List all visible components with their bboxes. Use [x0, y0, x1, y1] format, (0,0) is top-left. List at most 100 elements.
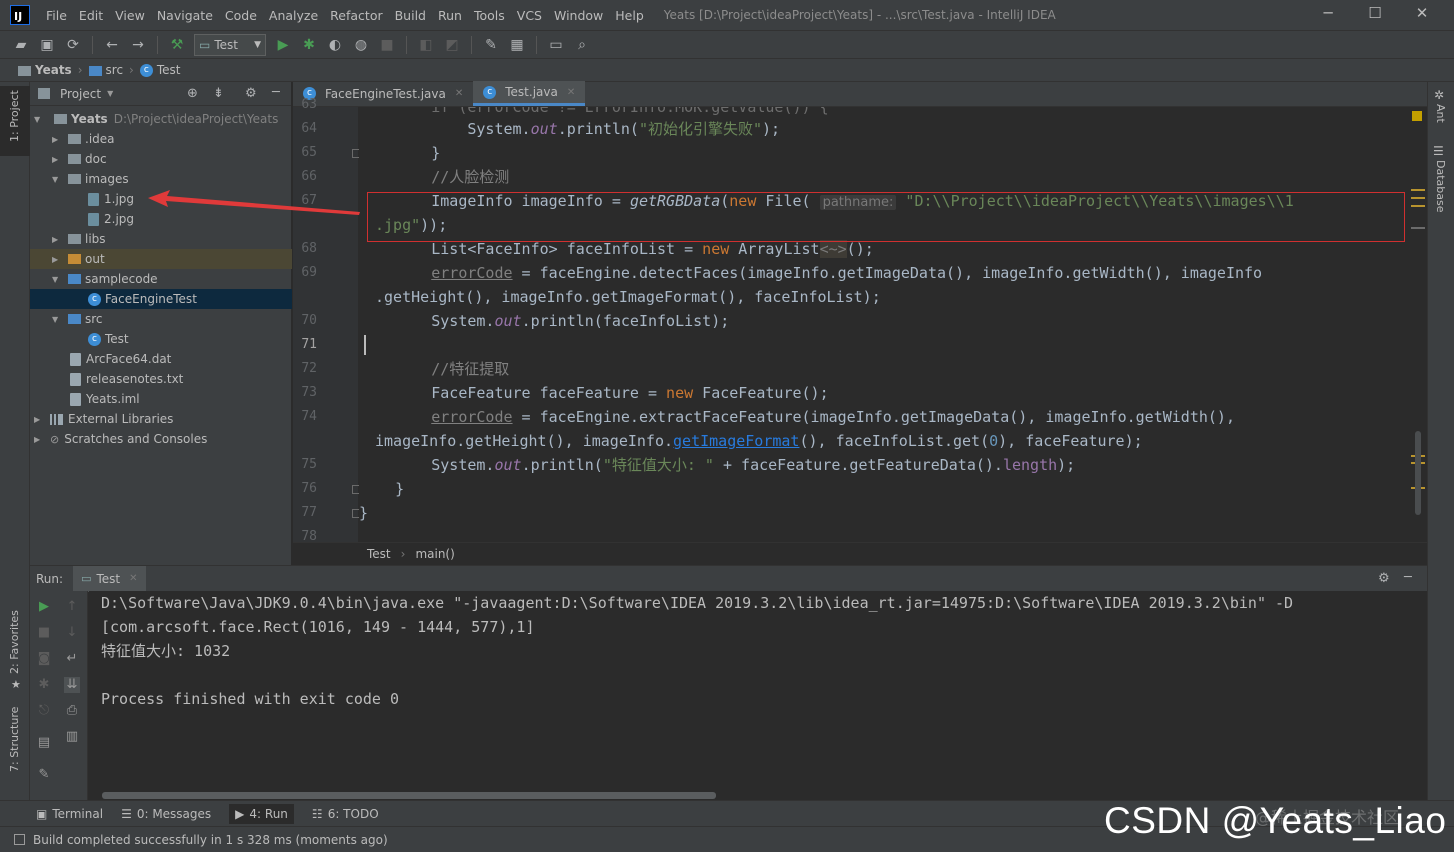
close-tab-icon[interactable]: ✕	[567, 87, 575, 98]
hide-panel-icon[interactable]: ─	[1404, 570, 1412, 585]
ant-tool-label[interactable]: Ant	[1434, 104, 1447, 123]
method-link[interactable]: getImageFormat	[673, 432, 799, 450]
tree-item-test[interactable]: c Test	[30, 329, 292, 349]
menu-build[interactable]: Build	[395, 8, 426, 23]
sync-icon[interactable]: ⟳	[64, 36, 82, 54]
menu-window[interactable]: Window	[554, 8, 603, 23]
close-tab-icon[interactable]: ✕	[455, 88, 463, 99]
tree-item-libs[interactable]: ▶ libs	[30, 229, 292, 249]
camera-icon[interactable]: ◙	[36, 651, 52, 667]
menu-file[interactable]: File	[46, 8, 67, 23]
tree-item-doc[interactable]: ▶ doc	[30, 149, 292, 169]
run-icon[interactable]: ▶	[274, 36, 292, 54]
breadcrumb-project[interactable]: Yeats	[18, 63, 72, 77]
warning-indicator-icon[interactable]	[1412, 111, 1422, 121]
soft-wrap-icon[interactable]: ↵	[64, 651, 80, 667]
breadcrumb-method[interactable]: main()	[415, 547, 454, 561]
tree-item-external-libraries[interactable]: ▶ External Libraries	[30, 409, 292, 429]
open-folder-icon[interactable]: ▰	[12, 36, 30, 54]
build-hammer-icon[interactable]: ⚒	[168, 36, 186, 54]
menu-code[interactable]: Code	[225, 8, 257, 23]
menu-edit[interactable]: Edit	[79, 8, 103, 23]
minimize-button[interactable]: ─	[1318, 4, 1338, 22]
project-structure-icon[interactable]: ▦	[508, 36, 526, 54]
tab-test[interactable]: c Test.java ✕	[473, 81, 586, 106]
collapse-all-icon[interactable]: ⇟	[213, 86, 224, 101]
console-output[interactable]: D:\Software\Java\JDK9.0.4\bin\java.exe "…	[89, 591, 1427, 800]
breadcrumb-src[interactable]: src	[88, 63, 123, 77]
gear-icon[interactable]: ⚙	[245, 86, 257, 101]
close-window-button[interactable]: ✕	[1412, 4, 1432, 22]
tree-item-faceenginetest[interactable]: c FaceEngineTest	[30, 289, 292, 309]
menu-tools[interactable]: Tools	[474, 8, 505, 23]
chevron-down-icon[interactable]: ▼	[107, 89, 113, 98]
menu-refactor[interactable]: Refactor	[330, 8, 382, 23]
error-stripe-mark[interactable]	[1411, 205, 1425, 207]
tree-item-yeats-iml[interactable]: Yeats.iml	[30, 389, 292, 409]
error-stripe-mark[interactable]	[1411, 189, 1425, 191]
scroll-to-end-icon[interactable]: ⇊	[64, 677, 80, 693]
tree-item-yeats[interactable]: ▼ Yeats D:\Project\ideaProject\Yeats	[30, 109, 292, 129]
settings-wrench-icon[interactable]: ✎	[482, 36, 500, 54]
terminal-tab[interactable]: ▣ Terminal	[36, 807, 103, 821]
exit-icon[interactable]: ⎋	[36, 703, 52, 719]
debug-icon[interactable]: ✱	[300, 36, 318, 54]
rerun-icon[interactable]: ▶	[36, 599, 52, 615]
tree-item-images[interactable]: ▼ images	[30, 169, 292, 189]
tree-item-out[interactable]: ▶ out	[30, 249, 292, 269]
run-configuration-select[interactable]: ▭ Test ▼	[194, 33, 266, 56]
coverage-icon[interactable]: ◐	[326, 36, 344, 54]
run-tab-test[interactable]: ▭ Test ✕	[73, 565, 146, 592]
favorites-tool-label[interactable]: 2: Favorites	[8, 610, 21, 674]
save-all-icon[interactable]: ▣	[38, 36, 56, 54]
tree-item-idea[interactable]: ▶ .idea	[30, 129, 292, 149]
menu-vcs[interactable]: VCS	[517, 8, 542, 23]
debug-icon[interactable]: ✱	[36, 677, 52, 693]
run-tool-tab[interactable]: ▶ 4: Run	[229, 803, 294, 824]
menu-navigate[interactable]: Navigate	[157, 8, 213, 23]
console-horizontal-scroll-thumb[interactable]	[102, 792, 716, 799]
menu-analyze[interactable]: Analyze	[269, 8, 318, 23]
back-arrow-icon[interactable]: ←	[103, 36, 121, 54]
gear-icon[interactable]: ⚙	[1378, 571, 1390, 586]
locate-target-icon[interactable]: ⊕	[187, 86, 198, 101]
pin-icon[interactable]: ✎	[36, 767, 52, 783]
code-editor[interactable]: if (errorCode != ErrorInfo.MOK.getValue(…	[359, 107, 1410, 542]
project-tool-tab[interactable]: 1: Project	[0, 86, 30, 156]
print-icon[interactable]: ⎙	[64, 703, 80, 719]
search-icon[interactable]: ⌕	[573, 36, 591, 54]
messages-tab[interactable]: ☰ 0: Messages	[121, 807, 211, 821]
vcs-update-icon[interactable]: ◧	[417, 36, 435, 54]
tab-faceenginetest[interactable]: c FaceEngineTest.java ✕	[293, 81, 473, 106]
database-tool-label[interactable]: Database	[1434, 160, 1447, 213]
breadcrumb-file[interactable]: c Test	[139, 63, 181, 77]
error-stripe-mark[interactable]	[1411, 227, 1425, 229]
stop-icon[interactable]: ■	[378, 36, 396, 54]
profile-icon[interactable]: ◍	[352, 36, 370, 54]
vcs-commit-icon[interactable]: ◩	[443, 36, 461, 54]
structure-tool-label[interactable]: 7: Structure	[8, 707, 21, 772]
down-arrow-icon[interactable]: ↓	[64, 625, 80, 641]
layout-icon[interactable]: ▤	[36, 735, 52, 751]
menu-help[interactable]: Help	[615, 8, 644, 23]
error-stripe-mark[interactable]	[1411, 197, 1425, 199]
status-toggle-icon[interactable]	[14, 834, 25, 845]
maximize-button[interactable]: ☐	[1365, 4, 1385, 22]
project-view-select[interactable]: Project	[60, 87, 101, 101]
menu-run[interactable]: Run	[438, 8, 462, 23]
tree-item-scratches[interactable]: ▶ ⊘ Scratches and Consoles	[30, 429, 292, 449]
close-tab-icon[interactable]: ✕	[129, 573, 137, 584]
presentation-icon[interactable]: ▭	[547, 36, 565, 54]
forward-arrow-icon[interactable]: →	[129, 36, 147, 54]
tree-item-releasenotes[interactable]: releasenotes.txt	[30, 369, 292, 389]
scroll-thumb[interactable]	[1415, 431, 1421, 515]
tree-item-samplecode[interactable]: ▼ samplecode	[30, 269, 292, 289]
editor-scrollbar[interactable]	[1410, 107, 1427, 542]
tree-item-src[interactable]: ▼ src	[30, 309, 292, 329]
tree-item-arcface[interactable]: ArcFace64.dat	[30, 349, 292, 369]
up-arrow-icon[interactable]: ↑	[64, 599, 80, 615]
hide-panel-icon[interactable]: ─	[272, 85, 280, 100]
menu-view[interactable]: View	[115, 8, 145, 23]
stop-icon[interactable]: ■	[36, 625, 52, 641]
trash-icon[interactable]: ▥	[64, 729, 80, 745]
